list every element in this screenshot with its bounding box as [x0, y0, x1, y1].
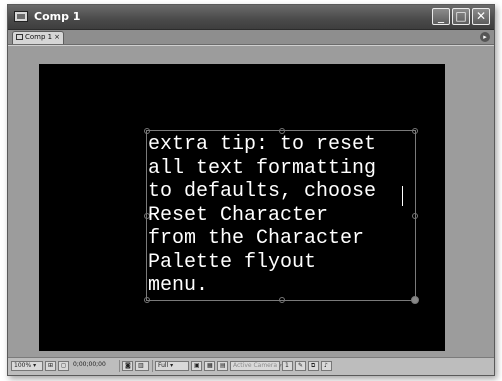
view-layout-button[interactable]: 1	[282, 361, 293, 371]
maximize-icon: □	[455, 9, 467, 23]
close-icon: ✕	[475, 9, 487, 23]
text-line: from the Character	[148, 227, 365, 250]
checker-icon: ▦	[207, 362, 213, 369]
flowchart-icon: ⧉	[311, 362, 316, 369]
composition-icon	[14, 11, 28, 22]
exposure-icon: ♪	[324, 362, 328, 369]
show-snapshot-button[interactable]: ▥	[135, 361, 149, 371]
camera-view-value: Active Camera	[233, 362, 278, 369]
timecode-value: 0;00;00;00	[73, 361, 106, 368]
panel-menu-button[interactable]: ▸	[480, 32, 490, 42]
text-line: to defaults, choose	[148, 180, 377, 203]
pencil-icon: ✎	[298, 362, 304, 369]
mask-toggle-button[interactable]: ◻	[58, 361, 69, 371]
grid-icon: ⊞	[48, 362, 54, 369]
safe-margins-button[interactable]: ⊞	[45, 361, 56, 371]
tab-comp-1[interactable]: Comp 1 ×	[12, 31, 64, 44]
region-icon: ▣	[194, 362, 200, 369]
composition-viewer[interactable]: extra tip: to reset all text formatting to…	[8, 45, 494, 357]
window-title: Comp 1	[34, 10, 81, 23]
bbox-handle-bottom-middle[interactable]	[279, 297, 285, 303]
close-button[interactable]: ✕	[472, 8, 490, 25]
tab-close-icon[interactable]: ×	[54, 33, 60, 41]
tip-text-block[interactable]: extra tip: to reset all text formatting to…	[148, 133, 428, 298]
pixel-aspect-button[interactable]: ✎	[295, 361, 306, 371]
resolution-dropdown[interactable]: Full ▾	[155, 361, 189, 371]
camera-icon: ◙	[125, 362, 131, 369]
composition-canvas[interactable]: extra tip: to reset all text formatting to…	[39, 64, 445, 351]
camera-view-dropdown[interactable]: Active Camera ▾	[230, 361, 282, 371]
zoom-value: 100%	[14, 362, 32, 369]
composition-window: Comp 1 _ □ ✕ Comp 1 × ▸ extra tip: to res…	[7, 4, 495, 376]
tab-bar: Comp 1 × ▸	[8, 30, 494, 45]
tab-label: Comp 1	[25, 33, 53, 41]
region-of-interest-button[interactable]: ▣	[191, 361, 202, 371]
snapshot-button[interactable]: ◙	[122, 361, 133, 371]
mask-icon: ◻	[61, 362, 66, 369]
minimize-button[interactable]: _	[432, 8, 450, 25]
flowchart-button[interactable]: ⧉	[308, 361, 319, 371]
view-options-button[interactable]: ▤	[217, 361, 228, 371]
footer-divider	[119, 360, 120, 372]
resolution-value: Full	[158, 362, 169, 369]
minimize-icon: _	[438, 9, 444, 23]
snapshot-view-icon: ▥	[138, 362, 144, 369]
flyout-icon: ▸	[483, 33, 487, 41]
text-cursor	[402, 186, 403, 206]
text-line: Palette flyout	[148, 250, 317, 274]
text-layer-bounding-box[interactable]: extra tip: to reset all text formatting to…	[144, 128, 419, 304]
viewer-footer-controls: 100% ▾ ⊞ ◻ 0;00;00;00 ◙ ▥ Full ▾ ▣ ▦ ▤ A…	[8, 357, 494, 375]
view-layout-value: 1	[285, 362, 289, 369]
text-line: Reset Character	[148, 203, 329, 227]
text-line: menu.	[148, 274, 209, 297]
current-time-field[interactable]: 0;00;00;00	[71, 361, 117, 371]
composition-tab-icon	[16, 34, 23, 40]
reset-exposure-button[interactable]: ♪	[321, 361, 332, 371]
view-icon: ▤	[220, 362, 226, 369]
maximize-button[interactable]: □	[452, 8, 470, 25]
bbox-handle-bottom-left[interactable]	[144, 297, 150, 303]
text-line: all text formatting	[148, 156, 377, 180]
footer-divider	[152, 360, 153, 372]
text-line: extra tip: to reset	[148, 133, 377, 156]
magnification-dropdown[interactable]: 100% ▾	[11, 361, 43, 371]
transparency-grid-button[interactable]: ▦	[204, 361, 215, 371]
title-bar[interactable]: Comp 1 _ □ ✕	[8, 5, 494, 30]
